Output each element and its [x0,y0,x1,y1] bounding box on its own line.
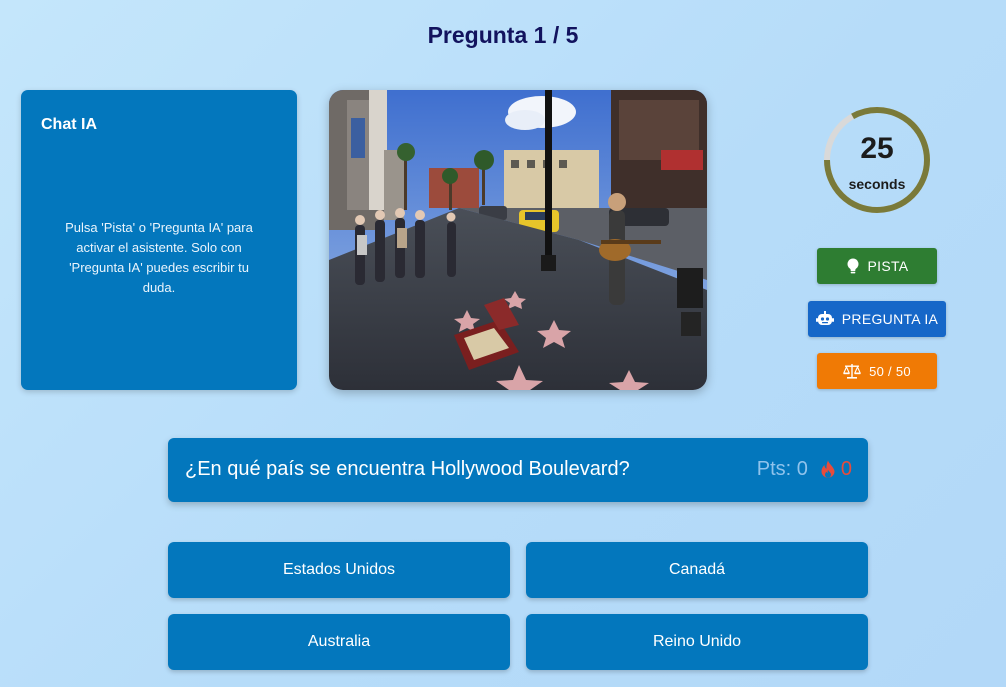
hollywood-boulevard-photo [329,90,707,390]
score-area: Pts: 0 0 [757,458,852,481]
chat-title: Chat IA [41,116,97,133]
answer-button-3[interactable]: Australia [168,614,510,670]
answer-button-1[interactable]: Estados Unidos [168,542,510,598]
lightbulb-icon [846,258,859,274]
fire-icon [821,460,835,478]
answer-button-2[interactable]: Canadá [526,542,868,598]
ask-ai-button-label: PREGUNTA IA [841,311,939,327]
fifty-fifty-button-label: 50 / 50 [869,363,911,379]
answer-button-4[interactable]: Reino Unido [526,614,868,670]
streak-value: 0 [840,458,852,480]
timer-value: 25 [860,132,894,165]
question-bar: ¿En qué país se encuentra Hollywood Boul… [168,438,868,502]
page-title: Pregunta 1 / 5 [427,22,579,48]
hint-button-label: PISTA [867,258,909,274]
robot-icon [815,311,834,325]
chat-hint-text: Pulsa 'Pista' o 'Pregunta IA' para activ… [65,220,253,295]
question-text: ¿En qué país se encuentra Hollywood Boul… [185,458,630,480]
fifty-fifty-button[interactable]: 50 / 50 [817,353,937,389]
score-label: Pts: 0 [756,458,808,480]
scale-icon [843,364,862,379]
answer-label: Reino Unido [652,633,742,650]
answer-label: Canadá [668,561,726,578]
timer-unit: seconds [848,176,906,192]
answer-label: Estados Unidos [282,561,396,578]
countdown-timer: 25 seconds [822,105,932,215]
hint-button[interactable]: PISTA [817,248,937,284]
ask-ai-button[interactable]: PREGUNTA IA [808,301,946,337]
question-image [329,90,707,390]
chat-panel: Chat IA Pulsa 'Pista' o 'Pregunta IA' pa… [21,90,297,390]
answer-label: Australia [307,633,371,650]
streak-counter: 0 [820,458,852,481]
